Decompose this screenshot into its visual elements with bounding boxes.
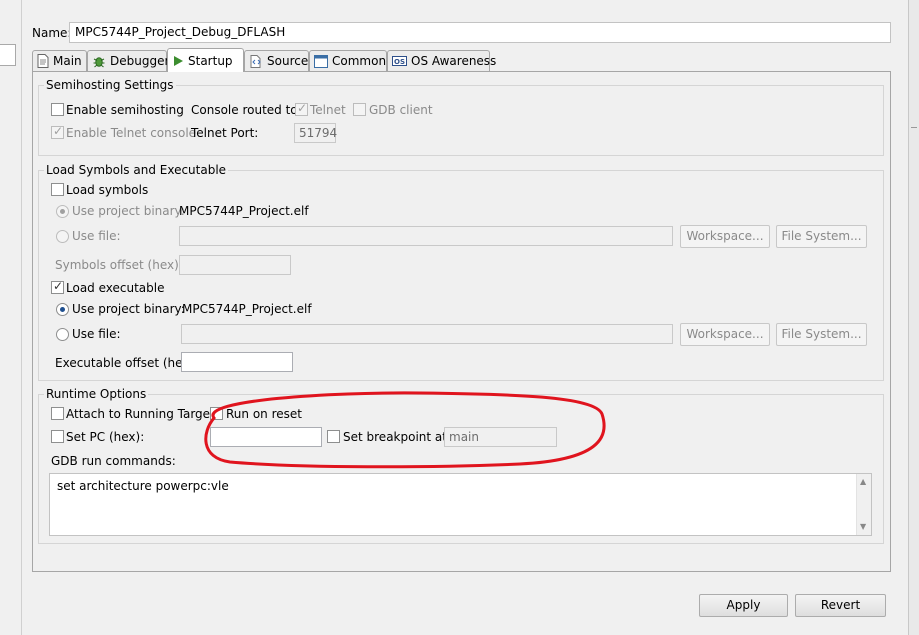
left-panel [0, 0, 22, 635]
attach-running-target-checkbox[interactable] [51, 407, 64, 420]
bug-icon [92, 54, 106, 68]
exec-binary-name: MPC5744P_Project.elf [182, 302, 312, 316]
enable-semihosting-label: Enable semihosting [66, 103, 184, 117]
play-icon [172, 55, 184, 67]
exec-use-file-label: Use file: [72, 327, 121, 341]
symbols-file-system-button[interactable]: File System... [776, 225, 867, 248]
enable-telnet-console-checkbox[interactable]: ✓ [51, 124, 64, 139]
set-pc-label: Set PC (hex): [66, 430, 145, 444]
tab-common-label: Common [332, 54, 387, 68]
symbols-use-project-binary-label: Use project binary: [72, 204, 185, 218]
enable-telnet-console-label: Enable Telnet console [66, 126, 197, 140]
set-pc-input[interactable] [210, 427, 322, 447]
symbols-binary-name: MPC5744P_Project.elf [179, 204, 309, 218]
exec-use-project-binary-label: Use project binary: [72, 302, 185, 316]
tab-os-awareness[interactable]: OS OS Awareness [387, 50, 496, 71]
exec-use-file-radio[interactable] [56, 328, 69, 341]
tab-source[interactable]: Source [244, 50, 309, 71]
telnet-port-input[interactable]: 51794 [294, 123, 337, 143]
tab-debugger[interactable]: Debugger [87, 50, 170, 71]
os-icon: OS [392, 54, 407, 68]
run-on-reset-label: Run on reset [226, 407, 302, 421]
tab-os-awareness-label: OS Awareness [411, 54, 497, 68]
telnet-port-label: Telnet Port: [191, 126, 259, 140]
symbols-use-project-binary-radio[interactable] [56, 205, 69, 218]
load-executable-label: Load executable [66, 281, 165, 295]
semihosting-title: Semihosting Settings [44, 78, 176, 92]
load-symbols-title: Load Symbols and Executable [44, 163, 229, 177]
name-label: Name: [32, 26, 72, 40]
gdb-client-label: GDB client [369, 103, 433, 117]
set-pc-checkbox[interactable] [51, 430, 64, 443]
exec-use-project-binary-radio[interactable] [56, 303, 69, 316]
exec-workspace-button[interactable]: Workspace... [680, 323, 770, 346]
scroll-up-icon[interactable]: ▲ [860, 478, 866, 486]
enable-semihosting-checkbox[interactable] [51, 103, 64, 116]
source-icon [249, 54, 263, 68]
symbols-offset-label: Symbols offset (hex): [55, 258, 183, 272]
gdb-client-checkbox[interactable] [353, 103, 366, 116]
semihosting-group [38, 85, 884, 156]
symbols-offset-input[interactable] [179, 255, 291, 275]
exec-file-input[interactable] [181, 324, 673, 344]
gdb-run-commands-text: set architecture powerpc:vle [57, 479, 229, 493]
tab-main[interactable]: Main [32, 50, 87, 71]
executable-offset-input[interactable] [181, 352, 293, 372]
set-breakpoint-checkbox[interactable] [327, 430, 340, 443]
exec-file-system-button[interactable]: File System... [776, 323, 867, 346]
gdb-run-commands-textarea[interactable]: set architecture powerpc:vle ▲ ▼ [49, 473, 872, 536]
load-symbols-group [38, 170, 884, 381]
tab-source-label: Source [267, 54, 309, 68]
gdb-commands-scrollbar[interactable]: ▲ ▼ [856, 474, 871, 535]
tab-common[interactable]: Common [309, 50, 387, 71]
set-breakpoint-label: Set breakpoint at: [343, 430, 452, 444]
window-icon [314, 54, 328, 68]
breakpoint-location-input[interactable]: main [444, 427, 557, 447]
scroll-down-icon[interactable]: ▼ [860, 523, 866, 531]
telnet-label: Telnet [310, 103, 346, 117]
symbols-use-file-radio[interactable] [56, 230, 69, 243]
executable-offset-label: Executable offset (hex): [55, 356, 199, 370]
tab-main-label: Main [53, 54, 82, 68]
gdb-run-commands-label: GDB run commands: [51, 454, 176, 468]
load-executable-checkbox[interactable]: ✓ [51, 279, 64, 294]
revert-button[interactable]: Revert [795, 594, 886, 617]
symbols-file-input[interactable] [179, 226, 673, 246]
apply-button[interactable]: Apply [699, 594, 788, 617]
config-filter-field[interactable] [0, 44, 16, 66]
attach-running-target-label: Attach to Running Target [66, 407, 215, 421]
config-name-input[interactable]: MPC5744P_Project_Debug_DFLASH [69, 22, 891, 43]
load-symbols-label: Load symbols [66, 183, 149, 197]
tab-debugger-label: Debugger [110, 54, 170, 68]
telnet-checkbox[interactable]: ✓ [295, 101, 308, 116]
load-symbols-checkbox[interactable] [51, 183, 64, 196]
outer-scrollbar[interactable] [908, 0, 919, 635]
tab-startup[interactable]: Startup [167, 48, 244, 72]
console-routed-label: Console routed to: [191, 103, 302, 117]
runtime-options-title: Runtime Options [44, 387, 149, 401]
symbols-workspace-button[interactable]: Workspace... [680, 225, 770, 248]
run-on-reset-checkbox[interactable] [210, 407, 223, 420]
svg-text:OS: OS [394, 58, 405, 66]
symbols-use-file-label: Use file: [72, 229, 121, 243]
tab-startup-label: Startup [188, 53, 233, 68]
document-icon [37, 54, 49, 68]
